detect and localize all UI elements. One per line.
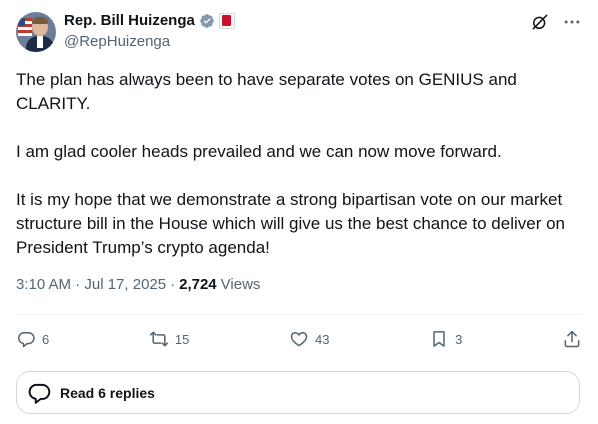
reply-count: 6: [42, 331, 50, 347]
meta-separator: ·: [170, 276, 176, 293]
house-affiliation-icon[interactable]: [218, 12, 235, 29]
repost-button[interactable]: 15: [149, 329, 189, 349]
read-replies-button[interactable]: Read 6 replies: [16, 371, 580, 414]
heart-icon: [290, 332, 308, 347]
post-paragraph: I am glad cooler heads prevailed and we …: [16, 142, 502, 161]
verified-badge-icon[interactable]: [199, 13, 215, 29]
bookmark-count: 3: [455, 331, 463, 347]
reply-button[interactable]: 6: [16, 329, 49, 349]
read-replies-label: Read 6 replies: [60, 384, 155, 401]
top-right-icons: [530, 12, 582, 32]
more-icon[interactable]: [562, 12, 582, 32]
repost-icon: [149, 331, 168, 347]
repost-count: 15: [174, 331, 190, 347]
reply-icon: [18, 332, 35, 348]
bookmark-button[interactable]: 3: [429, 329, 462, 349]
grok-icon[interactable]: [530, 12, 550, 32]
post-paragraph: It is my hope that we demonstrate a stro…: [16, 190, 566, 257]
divider: [16, 314, 582, 315]
views-count: 2,724: [179, 276, 217, 293]
like-button[interactable]: 43: [289, 329, 329, 349]
post-timestamp[interactable]: 3:10 AM · Jul 17, 2025: [16, 276, 166, 293]
author-row: Rep. Bill Huizenga: [64, 12, 235, 29]
post-text: The plan has always been to have separat…: [16, 68, 582, 260]
spacer: [16, 363, 582, 364]
author-name[interactable]: Rep. Bill Huizenga: [64, 12, 195, 29]
action-bar: 6 15 43 3: [16, 322, 582, 356]
post-paragraph: The plan has always been to have separat…: [16, 70, 517, 113]
author-handle[interactable]: @RepHuizenga: [64, 33, 170, 50]
reply-icon: [28, 383, 51, 404]
views-label: Views: [220, 276, 261, 293]
share-icon: [564, 330, 580, 348]
post-meta: 3:10 AM · Jul 17, 2025 · 2,724 Views: [16, 276, 260, 293]
like-count: 43: [314, 331, 330, 347]
avatar[interactable]: [16, 12, 56, 52]
bookmark-icon: [433, 331, 445, 347]
share-button[interactable]: [562, 329, 582, 349]
